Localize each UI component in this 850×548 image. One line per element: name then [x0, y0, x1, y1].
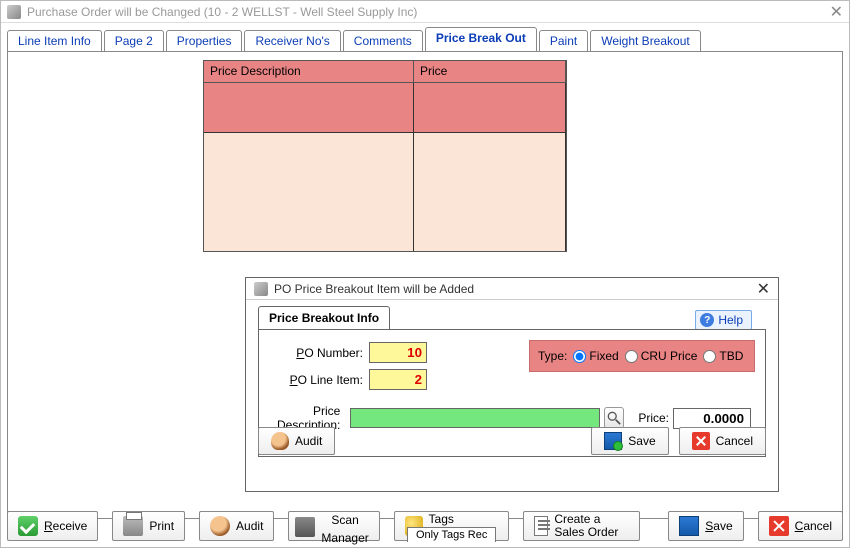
grid-row-empty[interactable]: [204, 133, 566, 251]
receive-button[interactable]: Receive: [7, 511, 98, 541]
subtab-price-breakout-info[interactable]: Price Breakout Info: [258, 306, 390, 330]
audit-button[interactable]: Audit: [199, 511, 274, 541]
dialog-title: PO Price Breakout Item will be Added: [274, 282, 474, 296]
app-icon: [7, 5, 21, 19]
dialog-titlebar: PO Price Breakout Item will be Added ✕: [246, 278, 778, 300]
dialog-close-icon[interactable]: ✕: [757, 279, 770, 299]
window-title: Purchase Order will be Changed (10 - 2 W…: [27, 5, 417, 19]
type-tbd-option[interactable]: TBD: [703, 349, 743, 363]
cancel-icon: [769, 516, 789, 536]
only-tags-rec-label: Only Tags Rec: [407, 527, 496, 542]
cancel-icon: [692, 432, 710, 450]
sales-order-icon: [534, 516, 548, 536]
bottom-toolbar: Receive Print Audit ScanManager Tags Rec…: [7, 511, 843, 541]
save-icon: [604, 432, 622, 450]
type-fixed-radio[interactable]: [573, 350, 586, 363]
price-description-field[interactable]: [350, 408, 600, 428]
scan-icon: [295, 517, 315, 537]
help-button[interactable]: ? Help: [695, 310, 752, 330]
grid-header-row: Price Description Price: [204, 61, 566, 83]
po-line-field[interactable]: [369, 369, 427, 390]
tab-strip: Line Item Info Page 2 Properties Receive…: [7, 27, 843, 51]
grid-row-selected[interactable]: [204, 83, 566, 133]
type-cru-radio[interactable]: [625, 350, 638, 363]
po-number-label: PO Number:: [273, 346, 369, 360]
tab-line-item-info[interactable]: Line Item Info: [7, 30, 102, 51]
receive-icon: [18, 516, 38, 536]
audit-icon: [271, 432, 289, 450]
lookup-button[interactable]: [604, 407, 624, 429]
bottom-cancel-button[interactable]: Cancel: [758, 511, 843, 541]
tab-properties[interactable]: Properties: [166, 30, 243, 51]
type-group: Type: Fixed CRU Price TBD: [529, 340, 755, 372]
scan-manager-button[interactable]: ScanManager: [288, 511, 379, 541]
print-icon: [123, 516, 143, 536]
type-fixed-option[interactable]: Fixed: [573, 349, 618, 363]
type-label: Type:: [538, 349, 567, 363]
type-tbd-radio[interactable]: [703, 350, 716, 363]
tab-weight-breakout[interactable]: Weight Breakout: [590, 30, 701, 51]
price-breakout-dialog: PO Price Breakout Item will be Added ✕ P…: [245, 277, 779, 492]
tab-price-break-out[interactable]: Price Break Out: [425, 27, 537, 51]
dialog-audit-button[interactable]: Audit: [258, 427, 335, 455]
tab-content: Price Description Price PO Price Breakou…: [7, 51, 843, 519]
audit-icon: [210, 516, 230, 536]
po-number-field[interactable]: [369, 342, 427, 363]
tab-receiver-nos[interactable]: Receiver No's: [244, 30, 340, 51]
tab-paint[interactable]: Paint: [539, 30, 588, 51]
print-button[interactable]: Print: [112, 511, 185, 541]
price-grid[interactable]: Price Description Price: [203, 60, 567, 252]
bottom-save-button[interactable]: Save: [668, 511, 743, 541]
dialog-button-row: Audit Save Cancel: [258, 427, 766, 455]
price-label: Price:: [638, 411, 669, 425]
dialog-save-button[interactable]: Save: [591, 427, 668, 455]
grid-header-price: Price: [414, 61, 566, 83]
tab-page-2[interactable]: Page 2: [104, 30, 164, 51]
create-sales-order-button[interactable]: Create a Sales Order: [523, 511, 640, 541]
po-line-label: PO Line Item:: [273, 373, 369, 387]
dialog-cancel-button[interactable]: Cancel: [679, 427, 766, 455]
save-icon: [679, 516, 699, 536]
grid-header-desc: Price Description: [204, 61, 414, 83]
main-window: Purchase Order will be Changed (10 - 2 W…: [0, 0, 850, 548]
titlebar: Purchase Order will be Changed (10 - 2 W…: [1, 1, 849, 23]
close-icon[interactable]: ✕: [830, 2, 843, 22]
price-field[interactable]: [673, 408, 751, 429]
dialog-icon: [254, 282, 268, 296]
type-cru-option[interactable]: CRU Price: [625, 349, 698, 363]
search-icon: [607, 411, 621, 425]
tab-comments[interactable]: Comments: [343, 30, 423, 51]
help-icon: ?: [700, 313, 714, 327]
